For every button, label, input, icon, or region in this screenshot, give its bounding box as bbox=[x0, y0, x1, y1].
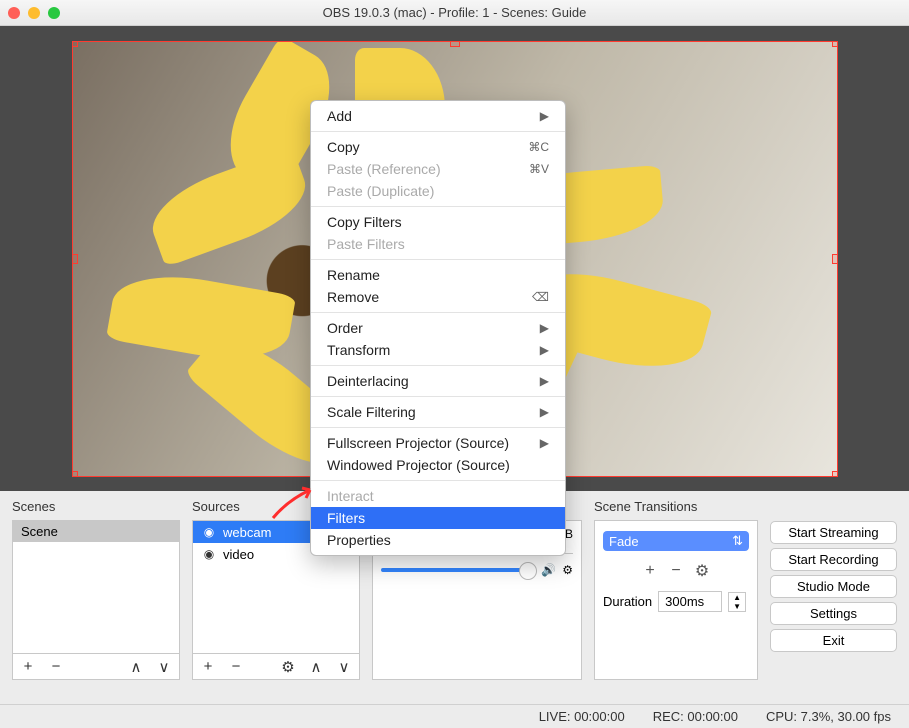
resize-handle[interactable] bbox=[72, 254, 78, 264]
resize-handle[interactable] bbox=[832, 471, 838, 477]
volume-slider-row: 🔊 ⚙ bbox=[381, 563, 573, 577]
add-scene-button[interactable]: + bbox=[17, 658, 39, 675]
ctx-fullscreen-projector[interactable]: Fullscreen Projector (Source)▶ bbox=[311, 432, 565, 454]
submenu-arrow-icon: ▶ bbox=[540, 321, 549, 335]
scenes-panel: Scenes Scene + − ∧ ∨ bbox=[12, 499, 180, 680]
sources-toolbar: + − ⚙ ∧ ∨ bbox=[192, 654, 360, 680]
ctx-deinterlacing[interactable]: Deinterlacing▶ bbox=[311, 370, 565, 392]
scenes-list[interactable]: Scene bbox=[12, 520, 180, 654]
scenes-toolbar: + − ∧ ∨ bbox=[12, 654, 180, 680]
submenu-arrow-icon: ▶ bbox=[540, 343, 549, 357]
visibility-eye-icon[interactable]: ◉ bbox=[201, 546, 217, 562]
exit-button[interactable]: Exit bbox=[770, 629, 897, 652]
source-properties-button[interactable]: ⚙ bbox=[277, 658, 299, 676]
ctx-scale-filtering[interactable]: Scale Filtering▶ bbox=[311, 401, 565, 423]
visibility-eye-icon[interactable]: ◉ bbox=[201, 524, 217, 540]
ctx-windowed-projector[interactable]: Windowed Projector (Source) bbox=[311, 454, 565, 476]
remove-scene-button[interactable]: − bbox=[45, 658, 67, 675]
submenu-arrow-icon: ▶ bbox=[540, 374, 549, 388]
titlebar: OBS 19.0.3 (mac) - Profile: 1 - Scenes: … bbox=[0, 0, 909, 26]
ctx-add[interactable]: Add▶ bbox=[311, 105, 565, 127]
context-menu: Add▶ Copy⌘C Paste (Reference)⌘V Paste (D… bbox=[310, 100, 566, 556]
scenes-label: Scenes bbox=[12, 499, 180, 514]
move-source-up-button[interactable]: ∧ bbox=[305, 658, 327, 676]
submenu-arrow-icon: ▶ bbox=[540, 405, 549, 419]
source-name: video bbox=[223, 547, 254, 562]
remove-source-button[interactable]: − bbox=[225, 658, 247, 675]
transitions-panel: Scene Transitions Fade ⇅ + − ⚙ Duration … bbox=[594, 499, 758, 680]
source-name: webcam bbox=[223, 525, 271, 540]
remove-transition-button[interactable]: − bbox=[667, 562, 685, 580]
duration-stepper[interactable]: ▲▼ bbox=[728, 592, 746, 612]
transition-selected: Fade bbox=[609, 534, 639, 549]
transition-select[interactable]: Fade ⇅ bbox=[603, 531, 749, 551]
select-updown-icon: ⇅ bbox=[732, 533, 743, 549]
duration-label: Duration bbox=[603, 594, 652, 609]
channel-settings-icon[interactable]: ⚙ bbox=[562, 563, 573, 577]
ctx-copy[interactable]: Copy⌘C bbox=[311, 136, 565, 158]
scene-name: Scene bbox=[21, 524, 58, 539]
transitions-label: Scene Transitions bbox=[594, 499, 758, 514]
volume-slider[interactable] bbox=[381, 568, 535, 572]
status-cpu: CPU: 7.3%, 30.00 fps bbox=[766, 709, 891, 724]
ctx-properties[interactable]: Properties bbox=[311, 529, 565, 551]
add-transition-button[interactable]: + bbox=[641, 562, 659, 580]
status-live: LIVE: 00:00:00 bbox=[539, 709, 625, 724]
ctx-paste-filters: Paste Filters bbox=[311, 233, 565, 255]
status-rec: REC: 00:00:00 bbox=[653, 709, 738, 724]
resize-handle[interactable] bbox=[832, 41, 838, 47]
start-streaming-button[interactable]: Start Streaming bbox=[770, 521, 897, 544]
scene-row[interactable]: Scene bbox=[13, 521, 179, 542]
window-title: OBS 19.0.3 (mac) - Profile: 1 - Scenes: … bbox=[0, 5, 909, 20]
ctx-paste-duplicate: Paste (Duplicate) bbox=[311, 180, 565, 202]
resize-handle[interactable] bbox=[72, 41, 78, 47]
ctx-remove[interactable]: Remove⌫ bbox=[311, 286, 565, 308]
transition-settings-button[interactable]: ⚙ bbox=[693, 561, 711, 581]
duration-input[interactable]: 300ms bbox=[658, 591, 722, 612]
submenu-arrow-icon: ▶ bbox=[540, 109, 549, 123]
resize-handle[interactable] bbox=[450, 41, 460, 47]
settings-button[interactable]: Settings bbox=[770, 602, 897, 625]
ctx-order[interactable]: Order▶ bbox=[311, 317, 565, 339]
move-scene-down-button[interactable]: ∨ bbox=[153, 658, 175, 676]
move-source-down-button[interactable]: ∨ bbox=[333, 658, 355, 676]
ctx-filters[interactable]: Filters bbox=[311, 507, 565, 529]
move-scene-up-button[interactable]: ∧ bbox=[125, 658, 147, 676]
ctx-interact: Interact bbox=[311, 485, 565, 507]
ctx-paste-reference: Paste (Reference)⌘V bbox=[311, 158, 565, 180]
resize-handle[interactable] bbox=[832, 254, 838, 264]
studio-mode-button[interactable]: Studio Mode bbox=[770, 575, 897, 598]
control-buttons: Start Streaming Start Recording Studio M… bbox=[770, 499, 897, 680]
ctx-copy-filters[interactable]: Copy Filters bbox=[311, 211, 565, 233]
start-recording-button[interactable]: Start Recording bbox=[770, 548, 897, 571]
speaker-icon[interactable]: 🔊 bbox=[541, 563, 556, 577]
add-source-button[interactable]: + bbox=[197, 658, 219, 675]
resize-handle[interactable] bbox=[72, 471, 78, 477]
ctx-rename[interactable]: Rename bbox=[311, 264, 565, 286]
submenu-arrow-icon: ▶ bbox=[540, 436, 549, 450]
ctx-transform[interactable]: Transform▶ bbox=[311, 339, 565, 361]
status-bar: LIVE: 00:00:00 REC: 00:00:00 CPU: 7.3%, … bbox=[0, 704, 909, 728]
